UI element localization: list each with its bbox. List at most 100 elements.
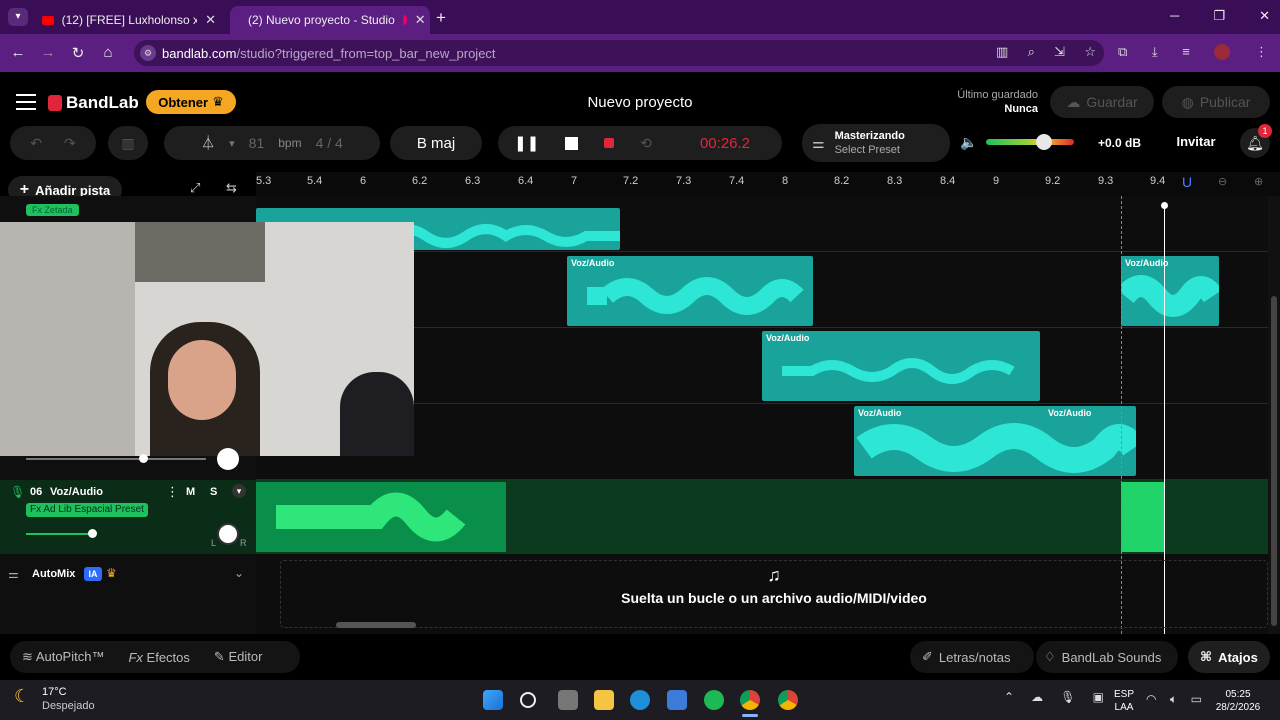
fx-preset-badge[interactable]: Fx Ad Lib Espacial Preset [26,503,148,517]
track-volume-thumb[interactable] [88,529,97,538]
effects-button[interactable]: Fx Efectos [128,650,189,665]
zoom-out-icon[interactable]: ⊖ [1218,175,1227,188]
publish-button[interactable]: ◍ Publicar [1162,86,1270,118]
onedrive-icon[interactable]: ☁ [1031,690,1043,704]
project-title[interactable]: Nuevo proyecto [540,94,740,111]
shortcuts-button[interactable]: ⌘ Atajos [1188,641,1270,673]
search-icon[interactable] [520,692,536,708]
timeline-ruler[interactable]: 5.3 5.4 6 6.2 6.3 6.4 7 7.2 7.3 7.4 8 8.… [256,172,1280,196]
close-window-icon[interactable]: ✕ [1259,8,1270,24]
media-icon[interactable]: ≡ [1182,44,1190,60]
reader-icon[interactable]: ▥ [996,44,1008,60]
master-volume-slider[interactable] [986,139,1074,145]
more-options-icon[interactable]: ⋮ [166,484,179,500]
chrome-icon[interactable] [740,690,760,710]
zoom-in-icon[interactable]: ⊕ [1254,175,1263,188]
audio-clip[interactable]: Voz/Audio [1121,256,1219,326]
audio-clip[interactable]: Voz/Audio [567,256,813,326]
weather-temp[interactable]: 17°C [42,686,67,698]
chevron-down-icon[interactable]: ▾ [229,137,235,150]
file-explorer-icon[interactable] [594,690,614,710]
install-icon[interactable]: ⇲ [1054,44,1065,60]
recording-region[interactable] [1121,482,1165,552]
mute-button[interactable]: M [186,486,195,498]
bpm-value[interactable]: 81 [249,135,265,151]
zoom-icon[interactable]: ⌕ [1028,44,1035,60]
mastering-button[interactable]: ⚌ Masterizando Select Preset [802,124,950,162]
get-button[interactable]: Obtener ♛ [146,90,236,114]
time-signature[interactable]: 4 / 4 [316,135,343,151]
loop-icon[interactable]: ⟲ [640,135,652,152]
editor-button[interactable]: ✎ Editor [214,649,263,665]
home-icon[interactable]: ⌂ [98,44,118,61]
chevron-up-icon[interactable]: ⌃ [1004,690,1014,704]
start-icon[interactable] [483,690,503,710]
horizontal-scrollbar[interactable] [336,622,416,628]
expand-track-icon[interactable]: ▾ [232,484,246,498]
drop-zone[interactable]: ♫ Suelta un bucle o un archivo audio/MID… [280,560,1268,628]
chrome-profile-icon[interactable] [778,690,798,710]
solo-button[interactable]: S [210,486,217,498]
autopitch-button[interactable]: ≋ AutoPitch™ [22,649,104,665]
key-button[interactable]: B maj [390,126,482,160]
tab-list-button[interactable]: ▾ [8,8,28,26]
mic-tray-icon[interactable]: 🎙︎ [1060,690,1075,704]
network-sound-battery[interactable]: ◠ 🔈︎ ▭ [1146,692,1202,707]
piano-button[interactable]: ▥ [108,126,148,160]
cursor-marker[interactable] [1161,202,1168,209]
clock[interactable]: 05:25 28/2/2026 [1210,688,1266,714]
pause-icon[interactable]: ❚❚ [514,134,539,152]
new-tab-button[interactable]: + [436,8,446,28]
record-icon[interactable] [604,138,615,148]
url-input[interactable]: ⚙ bandlab.com/studio?triggered_from=top_… [134,40,1104,66]
bandlab-logo[interactable]: BandLab [48,93,139,113]
track-name[interactable]: Voz/Audio [50,486,103,498]
chevron-down-icon[interactable]: ⌄ [234,566,244,580]
lyrics-button[interactable]: ✐ Letras/notas [910,641,1034,673]
weather-desc[interactable]: Despejado [42,700,95,712]
track-settings-icon[interactable]: ⇆ [226,180,237,196]
vertical-scrollbar[interactable] [1268,196,1280,634]
sounds-button[interactable]: ♢ BandLab Sounds [1036,641,1178,673]
audio-clip-selected[interactable] [256,482,506,552]
audio-clip[interactable]: Voz/Audio [762,331,1040,401]
tab-youtube[interactable]: (12) [FREE] Luxholonso x Cero° ✕ [32,6,226,34]
language-indicator[interactable]: ESP LAA [1114,688,1134,714]
maximize-icon[interactable]: ❐ [1213,8,1225,24]
star-icon[interactable]: ☆ [1084,44,1096,60]
redo-icon[interactable]: ↷ [64,135,76,152]
fx-badge-top[interactable]: Fx Zetada [26,204,79,216]
profile-icon[interactable] [1214,44,1231,60]
master-volume-knob[interactable] [1036,134,1052,150]
metronome-icon[interactable]: ⏃ [201,133,215,153]
volume-thumb[interactable] [139,454,148,463]
track-volume-slider[interactable] [26,533,94,535]
display-icon[interactable]: ▣ [1093,690,1104,704]
task-view-icon[interactable] [558,690,578,710]
back-icon[interactable]: ← [8,44,28,61]
audio-clip[interactable]: Voz/Audio Voz/Audio [854,406,1136,476]
weather-icon[interactable]: ☾ [14,686,30,707]
volume-icon[interactable]: 🔈 [960,134,977,151]
store-icon[interactable] [667,690,687,710]
minimize-icon[interactable]: ─ [1170,8,1179,24]
forward-icon[interactable]: → [38,44,58,61]
volume-slider-prev[interactable] [26,458,206,460]
extensions-icon[interactable]: ⧉ [1118,44,1127,60]
snap-magnet-icon[interactable]: U [1182,174,1192,190]
reload-icon[interactable]: ↻ [68,44,88,62]
site-info-icon[interactable]: ⚙ [140,45,156,61]
tab-bandlab[interactable]: (2) Nuevo proyecto - Studio ✕ [230,6,430,34]
edge-icon[interactable] [630,690,650,710]
save-button[interactable]: ☁ Guardar [1050,86,1154,118]
invite-button[interactable]: Invitar [1164,134,1228,149]
menu-icon[interactable]: ⋮ [1255,44,1268,60]
download-icon[interactable]: ⤓ [1152,44,1158,60]
track-pan-knob[interactable] [217,523,239,545]
close-icon[interactable]: ✕ [205,12,216,28]
pan-knob[interactable] [217,448,239,470]
undo-icon[interactable]: ↶ [30,135,42,152]
automation-icon[interactable]: ⤢ [190,180,200,196]
spotify-icon[interactable] [704,690,724,710]
hamburger-icon[interactable] [16,94,36,110]
